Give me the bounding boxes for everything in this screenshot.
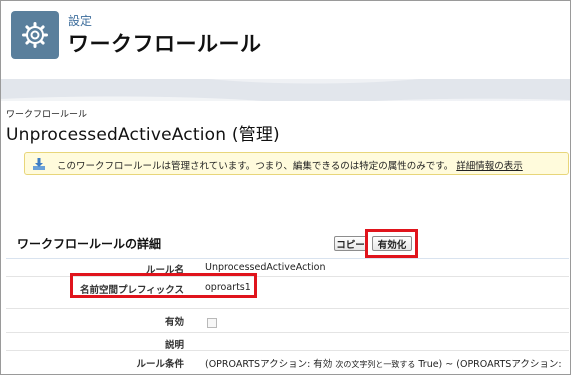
criteria-label: ルール条件	[136, 359, 184, 370]
rule-name-value: UnprocessedActiveAction	[205, 262, 326, 273]
section-title: ワークフロールールの詳細	[17, 237, 162, 251]
record-title: UnprocessedActiveAction (管理)	[6, 125, 280, 145]
row-divider	[6, 332, 569, 333]
gear-icon	[11, 11, 59, 59]
row-divider	[6, 350, 569, 351]
show-details-link[interactable]: 詳細情報の表示	[456, 161, 523, 172]
header-decoration-band	[1, 79, 570, 101]
copy-button[interactable]: コピー	[334, 236, 367, 251]
highlight-box-enable	[365, 229, 418, 258]
criteria-value: (OPROARTSアクション: 有効 次の文字列と一致する True) ~ (O…	[205, 356, 562, 370]
download-arrow-icon	[33, 158, 45, 170]
header-subtitle[interactable]: 設定	[68, 12, 92, 29]
breadcrumb: ワークフロールール	[6, 110, 88, 120]
criteria-text-start: (OPROARTSアクション: 有効	[205, 359, 333, 370]
description-label: 説明	[164, 340, 184, 351]
managed-info-banner: このワークフロールールは管理されています。つまり、編集できるのは特定の属性のみで…	[24, 152, 569, 175]
active-checkbox	[207, 318, 217, 328]
criteria-operator: 次の文字列と一致する	[335, 360, 416, 369]
row-divider	[6, 258, 569, 259]
page-header: 設定 ワークフロールール	[1, 1, 570, 79]
banner-text: このワークフロールールは管理されています。つまり、編集できるのは特定の属性のみで…	[57, 161, 454, 172]
active-label: 有効	[164, 317, 184, 328]
highlight-box-namespace	[70, 273, 257, 298]
row-divider	[6, 308, 569, 309]
criteria-text-end: True) ~ (OPROARTSアクション:	[418, 359, 562, 370]
page-title: ワークフロールール	[68, 32, 262, 56]
